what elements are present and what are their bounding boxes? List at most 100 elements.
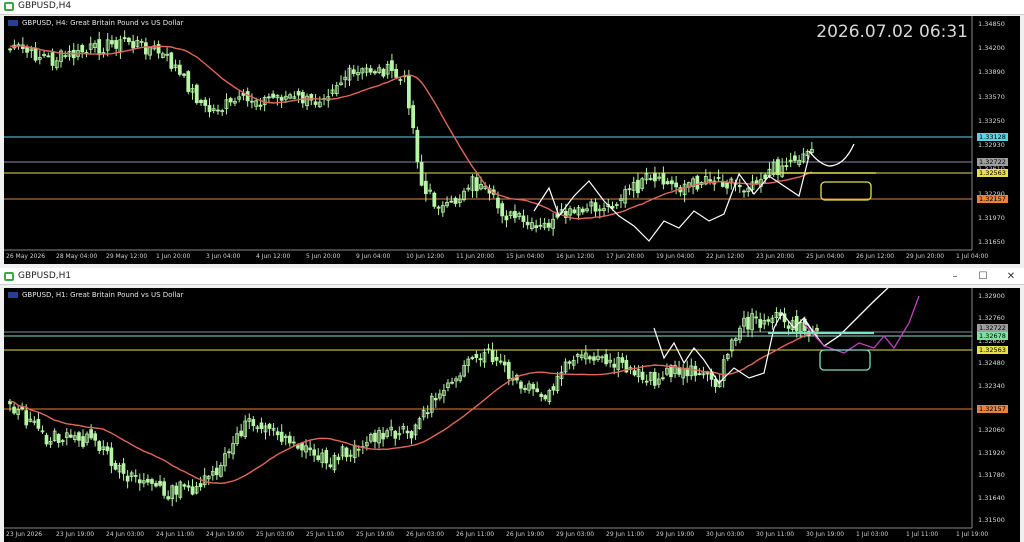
h1-price-chart[interactable]	[4, 288, 1020, 542]
candle-body	[259, 422, 264, 429]
candle-body	[251, 419, 256, 427]
time-tick-label: 23 Jun 20:00	[756, 253, 795, 260]
time-tick-label: 19 Jun 04:00	[656, 253, 695, 260]
candle-body	[742, 190, 746, 193]
candle-body	[186, 71, 191, 92]
minimize-button[interactable]: –	[946, 270, 964, 284]
candle-body	[746, 316, 750, 330]
time-tick-label: 26 May 2026	[6, 253, 46, 260]
price-tick-label: 1.31640	[978, 493, 1005, 502]
candle-body	[312, 449, 316, 456]
candle-body	[695, 175, 700, 190]
candle-body	[113, 462, 118, 470]
candle-body	[470, 357, 475, 360]
candle-body	[313, 101, 318, 105]
candle-body	[69, 434, 73, 438]
candle-body	[543, 395, 548, 400]
h4-chart-window[interactable]: GBPUSD,H4 GBPUSD, H4: Great Britain Poun…	[0, 0, 1024, 268]
candle-body	[567, 361, 572, 364]
candle-body	[105, 446, 110, 452]
time-tick-label: 1 Jun 20:00	[156, 253, 191, 260]
candle-body	[36, 418, 41, 429]
uk-flag-icon	[8, 292, 18, 298]
time-tick-label: 25 Jun 11:00	[306, 531, 345, 538]
candle-body	[478, 358, 483, 361]
time-tick-label: 1 Jul 04:00	[956, 253, 989, 260]
candle-body	[793, 155, 797, 161]
candle-body	[143, 42, 148, 55]
candle-body	[665, 181, 670, 185]
candle-body	[763, 174, 768, 180]
candle-body	[670, 180, 674, 185]
candle-body	[474, 177, 479, 192]
time-tick-label: 29 May 12:00	[106, 253, 148, 260]
h1-chart-canvas[interactable]: GBPUSD, H1: Great Britain Pound vs US Do…	[4, 288, 1020, 542]
price-badge: 1.32722	[977, 158, 1008, 166]
candle-body	[227, 451, 231, 454]
price-badge: 1.32563	[977, 169, 1008, 177]
candle-body	[258, 104, 263, 107]
candle-body	[500, 203, 505, 217]
time-tick-label: 22 Jun 12:00	[706, 253, 745, 260]
candle-body	[513, 211, 517, 219]
candle-body	[521, 215, 526, 222]
candle-body	[89, 429, 93, 439]
candle-body	[182, 73, 186, 76]
maximize-button[interactable]: ☐	[974, 270, 992, 284]
candle-body	[653, 173, 657, 182]
h4-title-bar[interactable]: GBPUSD,H4	[0, 0, 1024, 15]
candle-body	[725, 181, 729, 189]
candle-body	[158, 480, 162, 486]
candle-body	[593, 202, 598, 212]
candle-body	[122, 37, 127, 40]
candle-body	[538, 224, 543, 227]
h4-chart-canvas[interactable]: GBPUSD, H4: Great Britain Pound vs US Do…	[4, 16, 1020, 264]
candle-body	[267, 423, 272, 429]
time-tick-label: 30 Jun 19:00	[806, 531, 845, 538]
time-tick-label: 23 Jun 2026	[6, 531, 43, 538]
candle-body	[433, 398, 438, 401]
price-tick-label: 1.34200	[978, 44, 1005, 53]
h1-title-bar[interactable]: GBPUSD,H1 – ☐ ✕	[0, 270, 1024, 285]
time-tick-label: 26 Jun 12:00	[856, 253, 895, 260]
h1-window-title: GBPUSD,H1	[18, 271, 72, 281]
candle-body	[203, 99, 208, 106]
candle-body	[716, 177, 721, 179]
candle-body	[453, 197, 458, 204]
time-tick-label: 29 Jun 11:00	[606, 531, 645, 538]
candle-body	[351, 69, 356, 74]
time-tick-label: 10 Jun 12:00	[406, 253, 445, 260]
candle-body	[697, 373, 702, 375]
candle-body	[494, 356, 499, 361]
candle-body	[199, 100, 203, 104]
candle-body	[572, 209, 577, 214]
chart-background	[4, 16, 1020, 264]
price-tick-label: 1.32930	[978, 141, 1005, 150]
candle-body	[44, 434, 49, 445]
time-tick-label: 11 Jun 20:00	[456, 253, 495, 260]
time-tick-label: 1 Jul 03:00	[856, 531, 889, 538]
time-tick-label: 1 Jul 11:00	[906, 531, 939, 538]
candle-body	[504, 215, 509, 221]
price-tick-label: 1.32760	[978, 314, 1005, 323]
close-button[interactable]: ✕	[1002, 270, 1020, 284]
candle-body	[110, 40, 114, 45]
h1-chart-window[interactable]: GBPUSD,H1 – ☐ ✕ GBPUSD, H1: Great Britai…	[0, 270, 1024, 542]
price-badge: 1.32678	[977, 332, 1008, 340]
candle-body	[604, 354, 608, 365]
h1-chart-label: GBPUSD, H1: Great Britain Pound vs US Do…	[22, 291, 184, 299]
candle-body	[506, 361, 511, 379]
candle-body	[186, 485, 191, 488]
h4-price-chart[interactable]	[4, 16, 1020, 264]
candle-body	[373, 71, 377, 74]
candle-body	[636, 179, 640, 194]
candle-body	[81, 436, 85, 447]
candle-body	[381, 432, 385, 440]
time-tick-label: 30 Jun 11:00	[756, 531, 795, 538]
candle-body	[114, 40, 119, 49]
candle-body	[523, 387, 527, 390]
time-tick-label: 25 Jun 04:00	[806, 253, 845, 260]
candle-body	[267, 96, 271, 99]
candle-body	[194, 84, 199, 104]
price-tick-label: 1.31780	[978, 471, 1005, 480]
